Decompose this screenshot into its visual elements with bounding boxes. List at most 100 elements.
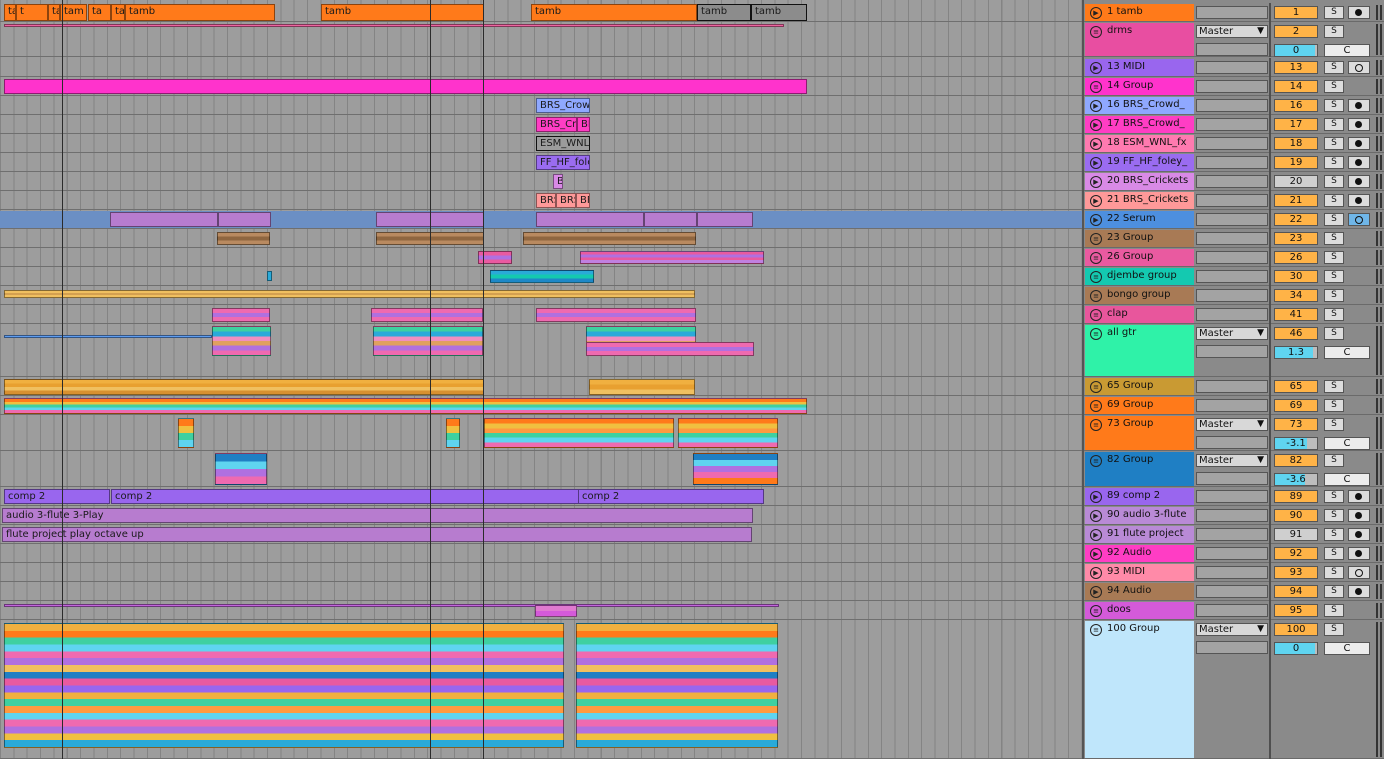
io-field[interactable]	[1196, 399, 1268, 412]
clip[interactable]	[589, 379, 695, 395]
group-fold-icon[interactable]: ≡	[1090, 309, 1102, 321]
io-field[interactable]	[1196, 137, 1268, 150]
solo-button[interactable]: S	[1324, 380, 1344, 393]
track-lane[interactable]	[0, 22, 1082, 57]
clip[interactable]	[215, 453, 267, 485]
track-header[interactable]: ▶ 18 ESM_WNL_fx 18 S	[1084, 134, 1384, 153]
clip[interactable]: comp 2	[578, 489, 764, 504]
clip[interactable]: tamb	[125, 4, 275, 21]
clip[interactable]	[217, 232, 270, 245]
track-header[interactable]: ≡ doos 95 S	[1084, 601, 1384, 620]
output-routing-select[interactable]: Master ▼	[1196, 418, 1268, 431]
solo-button[interactable]: S	[1324, 528, 1344, 541]
io-field[interactable]	[1196, 175, 1268, 188]
group-fold-icon[interactable]: ≡	[1090, 455, 1102, 467]
track-name[interactable]: ≡ 65 Group	[1085, 378, 1194, 395]
solo-button[interactable]: S	[1324, 604, 1344, 617]
solo-button[interactable]: S	[1324, 194, 1344, 207]
clip[interactable]	[110, 212, 218, 227]
io-field[interactable]	[1196, 80, 1268, 93]
clip[interactable]	[536, 212, 644, 227]
group-fold-icon[interactable]: ≡	[1090, 271, 1102, 283]
clip[interactable]	[218, 212, 271, 227]
pan-field[interactable]: C	[1324, 44, 1370, 57]
io-field[interactable]	[1196, 566, 1268, 579]
solo-button[interactable]: S	[1324, 566, 1344, 579]
io-field[interactable]	[1196, 6, 1268, 19]
clip[interactable]: comp 2	[111, 489, 579, 504]
track-header[interactable]: ≡ clap 41 S	[1084, 305, 1384, 324]
arm-record-button[interactable]	[1348, 194, 1370, 207]
group-fold-icon[interactable]: ≡	[1090, 400, 1102, 412]
arrangement-view[interactable]: tambttambtamtatambtambtambtambtambtambBR…	[0, 0, 1082, 759]
track-name[interactable]: ≡ 73 Group	[1085, 416, 1194, 450]
solo-button[interactable]: S	[1324, 25, 1344, 38]
group-fold-icon[interactable]: ≡	[1090, 624, 1102, 636]
clip[interactable]	[178, 418, 194, 448]
solo-button[interactable]: S	[1324, 399, 1344, 412]
play-icon[interactable]: ▶	[1090, 567, 1102, 579]
solo-button[interactable]: S	[1324, 547, 1344, 560]
track-name[interactable]: ≡ 26 Group	[1085, 249, 1194, 266]
group-fold-icon[interactable]: ≡	[1090, 252, 1102, 264]
track-name[interactable]: ▶ 19 FF_HF_foley_	[1085, 154, 1194, 171]
group-fold-icon[interactable]: ≡	[1090, 381, 1102, 393]
track-activator-button[interactable]: 93	[1274, 566, 1318, 579]
volume-field[interactable]: -3.1	[1274, 437, 1318, 450]
play-icon[interactable]: ▶	[1090, 214, 1102, 226]
track-header[interactable]: ▶ 94 Audio 94 S	[1084, 582, 1384, 601]
output-routing-select[interactable]: Master ▼	[1196, 454, 1268, 467]
track-name[interactable]: ≡ 14 Group	[1085, 78, 1194, 95]
clip[interactable]: BR	[577, 117, 590, 132]
clip[interactable]	[212, 308, 270, 322]
track-header[interactable]: ≡ all gtr Master ▼ 46 S 1.3 C	[1084, 324, 1384, 377]
clip[interactable]: BRS	[556, 193, 576, 208]
clip[interactable]: flute project play octave up	[2, 527, 752, 542]
track-header[interactable]: ≡ 23 Group 23 S	[1084, 229, 1384, 248]
io-field[interactable]	[1196, 604, 1268, 617]
play-icon[interactable]: ▶	[1090, 62, 1102, 74]
io-field[interactable]	[1196, 99, 1268, 112]
io-field[interactable]	[1196, 585, 1268, 598]
solo-button[interactable]: S	[1324, 80, 1344, 93]
group-fold-icon[interactable]: ≡	[1090, 419, 1102, 431]
arm-record-button[interactable]	[1348, 137, 1370, 150]
pan-field[interactable]: C	[1324, 346, 1370, 359]
track-header[interactable]: ▶ 16 BRS_Crowd_ 16 S	[1084, 96, 1384, 115]
clip[interactable]	[693, 453, 778, 485]
track-name[interactable]: ▶ 18 ESM_WNL_fx	[1085, 135, 1194, 152]
io-field[interactable]	[1196, 308, 1268, 321]
track-activator-button[interactable]: 1	[1274, 6, 1318, 19]
io-field[interactable]	[1196, 547, 1268, 560]
track-lane[interactable]	[0, 563, 1082, 582]
play-icon[interactable]: ▶	[1090, 586, 1102, 598]
track-activator-button[interactable]: 21	[1274, 194, 1318, 207]
track-name[interactable]: ▶ 94 Audio	[1085, 583, 1194, 600]
pan-field[interactable]: C	[1324, 642, 1370, 655]
group-fold-icon[interactable]: ≡	[1090, 328, 1102, 340]
track-activator-button[interactable]: 14	[1274, 80, 1318, 93]
track-header[interactable]: ▶ 21 BRS_Crickets 21 S	[1084, 191, 1384, 210]
solo-button[interactable]: S	[1324, 137, 1344, 150]
track-name[interactable]: ▶ 13 MIDI	[1085, 59, 1194, 76]
track-activator-button[interactable]: 23	[1274, 232, 1318, 245]
play-icon[interactable]: ▶	[1090, 510, 1102, 522]
clip[interactable]: tamb	[48, 4, 60, 21]
clip[interactable]	[523, 232, 696, 245]
track-header[interactable]: ▶ 1 tamb 1 S	[1084, 3, 1384, 22]
track-name[interactable]: ≡ 23 Group	[1085, 230, 1194, 247]
clip[interactable]: B	[553, 174, 563, 189]
track-name[interactable]: ▶ 89 comp 2	[1085, 488, 1194, 505]
play-icon[interactable]: ▶	[1090, 176, 1102, 188]
arm-record-button[interactable]	[1348, 528, 1370, 541]
solo-button[interactable]: S	[1324, 232, 1344, 245]
clip[interactable]	[4, 79, 807, 94]
clip[interactable]	[4, 623, 564, 748]
io-field[interactable]	[1196, 213, 1268, 226]
solo-button[interactable]: S	[1324, 490, 1344, 503]
track-activator-button[interactable]: 30	[1274, 270, 1318, 283]
track-header[interactable]: ≡ djembe group 30 S	[1084, 267, 1384, 286]
io-field[interactable]	[1196, 232, 1268, 245]
track-name[interactable]: ▶ 1 tamb	[1085, 4, 1194, 21]
play-icon[interactable]: ▶	[1090, 7, 1102, 19]
